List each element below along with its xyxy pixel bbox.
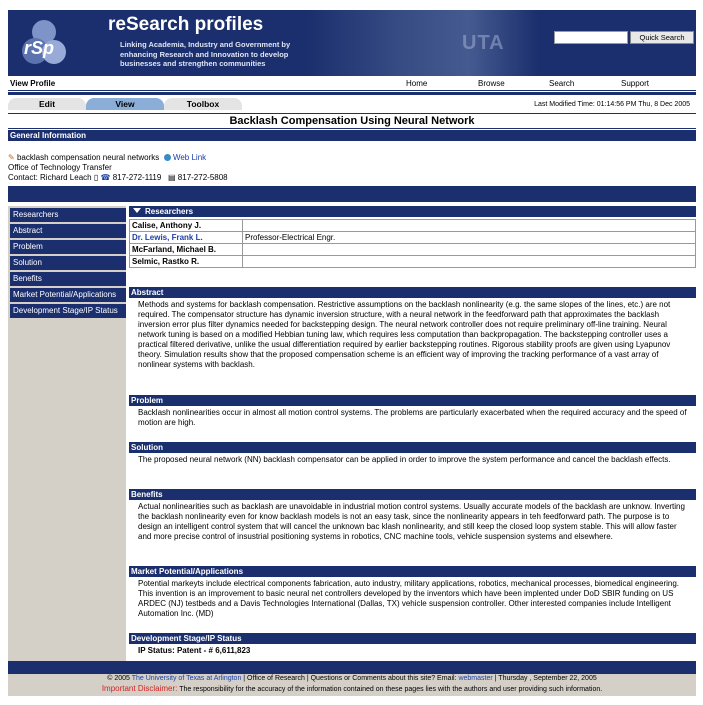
footer-copyright: © 2005: [107, 675, 130, 682]
content-divider-band: [8, 186, 696, 202]
sidebar-item-problem[interactable]: Problem: [10, 240, 126, 254]
abstract-section: Abstract Methods and systems for backlas…: [129, 287, 696, 370]
phone-icon: ☎: [100, 173, 111, 182]
contact-text: Contact: Richard Leach: [8, 173, 92, 182]
status-body: IP Status: Patent - # 6,611,823: [138, 646, 251, 655]
globe-icon: [163, 154, 171, 162]
researcher-name: Calise, Anthony J.: [129, 219, 243, 232]
sidebar-item-status[interactable]: Development Stage/IP Status: [10, 304, 126, 318]
abstract-body: Methods and systems for backlash compens…: [138, 300, 671, 369]
brand-title: reSearch profiles: [108, 14, 264, 35]
web-link[interactable]: Web Link: [173, 153, 206, 162]
tab-toolbox[interactable]: Toolbox: [164, 98, 242, 110]
quick-search-input[interactable]: [554, 31, 628, 44]
sidebar: Researchers Abstract Problem Solution Be…: [8, 206, 126, 661]
solution-header: Solution: [129, 442, 696, 453]
footer: © 2005 The University of Texas at Arling…: [8, 674, 696, 696]
researcher-title: [242, 255, 696, 268]
footer-webmaster-link[interactable]: webmaster: [458, 675, 492, 682]
researchers-table: Calise, Anthony J. Dr. Lewis, Frank L. P…: [129, 219, 696, 268]
collapse-triangle-icon[interactable]: [133, 208, 141, 213]
problem-body: Backlash nonlinearities occur in almost …: [138, 408, 687, 427]
table-row: Selmic, Rastko R.: [129, 255, 696, 268]
last-modified-text: Last Modified Time: 01:14:56 PM Thu, 8 D…: [534, 101, 690, 108]
problem-section: Problem Backlash nonlinearities occur in…: [129, 395, 696, 428]
nav-home[interactable]: Home: [406, 79, 427, 88]
footer-university-link[interactable]: The University of Texas at Arlington: [132, 675, 242, 682]
footer-band: [8, 661, 696, 674]
page-title: Backlash Compensation Using Neural Netwo…: [8, 113, 696, 129]
banner-uta-text: UTA: [462, 32, 505, 54]
footer-disclaimer-text: The responsibility for the accuracy of t…: [179, 686, 603, 693]
pencil-icon: ✎: [8, 153, 15, 162]
solution-body: The proposed neural network (NN) backlas…: [138, 455, 671, 464]
office-text: Office of Technology Transfer: [8, 163, 112, 172]
phone-number: 817-272-1119: [112, 173, 162, 182]
researchers-header-label: Researchers: [145, 207, 194, 216]
footer-disclaimer-label: Important Disclaimer:: [101, 684, 178, 693]
rsp-logo[interactable]: rSp: [22, 20, 66, 66]
nav-browse[interactable]: Browse: [478, 79, 505, 88]
market-section: Market Potential/Applications Potential …: [129, 566, 696, 619]
fax-icon: ▤: [168, 173, 176, 182]
footer-date: | Thursday , September 22, 2005: [494, 675, 597, 682]
sidebar-item-solution[interactable]: Solution: [10, 256, 126, 270]
nav-divider: [8, 92, 696, 95]
tab-view[interactable]: View: [86, 98, 164, 110]
researcher-name: McFarland, Michael B.: [129, 243, 243, 256]
researcher-name-link[interactable]: Dr. Lewis, Frank L.: [129, 231, 243, 244]
nav-support[interactable]: Support: [621, 79, 649, 88]
researcher-title: [242, 219, 696, 232]
researchers-header[interactable]: Researchers: [129, 206, 696, 217]
footer-middle-text: | Office of Research | Questions or Comm…: [243, 675, 457, 682]
sidebar-item-abstract[interactable]: Abstract: [10, 224, 126, 238]
quick-search-button[interactable]: Quick Search: [630, 31, 694, 44]
researcher-title: [242, 243, 696, 256]
nav-search[interactable]: Search: [549, 79, 574, 88]
general-info-header: General Information: [8, 130, 696, 141]
solution-section: Solution The proposed neural network (NN…: [129, 442, 696, 465]
benefits-body: Actual nonlinearities such as backlash a…: [138, 502, 685, 541]
researcher-title: Professor-Electrical Engr.: [242, 231, 696, 244]
status-header: Development Stage/IP Status: [129, 633, 696, 644]
fax-number: 817-272-5808: [177, 173, 228, 182]
tab-edit[interactable]: Edit: [8, 98, 86, 110]
researcher-name: Selmic, Rastko R.: [129, 255, 243, 268]
market-header: Market Potential/Applications: [129, 566, 696, 577]
page-frame: UTA rSp reSearch profiles Linking Academ…: [8, 10, 696, 696]
contact-card-icon: ▯: [93, 173, 99, 182]
table-row: Calise, Anthony J.: [129, 219, 696, 232]
status-section: Development Stage/IP Status IP Status: P…: [129, 633, 696, 656]
sidebar-item-benefits[interactable]: Benefits: [10, 272, 126, 286]
brand-tagline: Linking Academia, Industry and Governmen…: [120, 40, 291, 68]
table-row: McFarland, Michael B.: [129, 243, 696, 256]
view-profile-label: View Profile: [10, 79, 56, 88]
keywords-text: backlash compensation neural networks: [16, 153, 160, 162]
logo-text: rSp: [24, 38, 55, 58]
benefits-header: Benefits: [129, 489, 696, 500]
benefits-section: Benefits Actual nonlinearities such as b…: [129, 489, 696, 542]
abstract-header: Abstract: [129, 287, 696, 298]
sidebar-item-market[interactable]: Market Potential/Applications: [10, 288, 126, 302]
general-info: ✎ backlash compensation neural networks …: [8, 153, 468, 183]
market-body: Potential markeyts include electrical co…: [138, 579, 680, 618]
sidebar-item-researchers[interactable]: Researchers: [10, 208, 126, 222]
header-banner: UTA rSp reSearch profiles Linking Academ…: [8, 10, 696, 76]
problem-header: Problem: [129, 395, 696, 406]
top-nav: View Profile Home Browse Search Support: [8, 78, 696, 91]
table-row: Dr. Lewis, Frank L. Professor-Electrical…: [129, 231, 696, 244]
